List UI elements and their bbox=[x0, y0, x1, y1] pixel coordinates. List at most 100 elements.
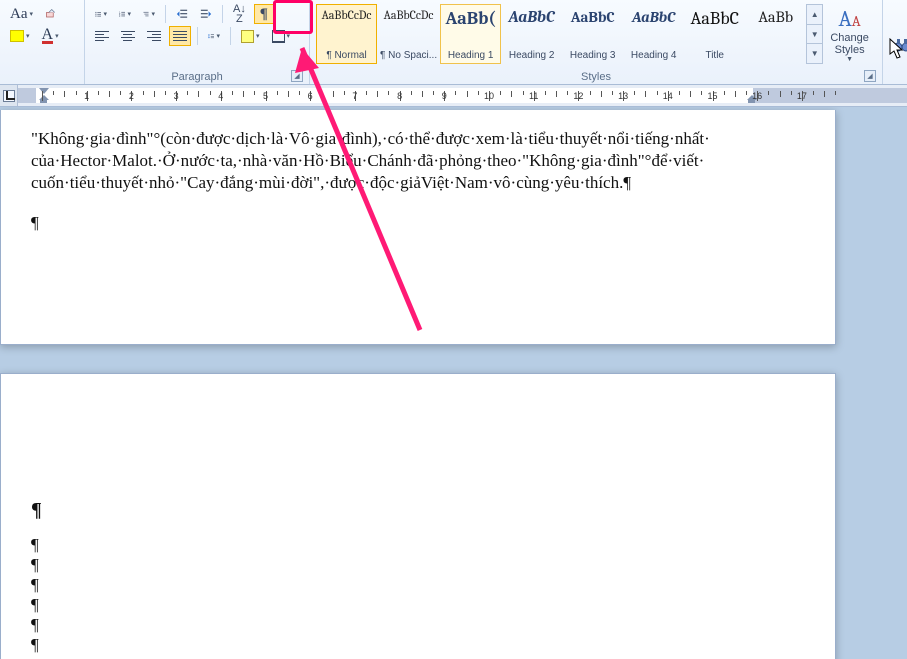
styles-row-down[interactable]: ▼ bbox=[806, 24, 823, 44]
ruler-number: 14 bbox=[663, 91, 673, 101]
ruler-number: 8 bbox=[397, 91, 402, 101]
paragraph-group: 123 A↓Z ¶ bbox=[85, 0, 310, 84]
bullets-icon bbox=[95, 11, 101, 17]
ruler-number: 3 bbox=[174, 91, 179, 101]
paragraph-mark[interactable]: ¶ bbox=[31, 212, 815, 234]
paragraph-mark[interactable]: ¶ bbox=[31, 594, 815, 616]
align-center-button[interactable] bbox=[117, 26, 139, 46]
paragraph-mark[interactable]: ¶ bbox=[31, 634, 815, 656]
style-item-heading-3[interactable]: AaBbC Heading 3 bbox=[562, 4, 623, 64]
decrease-indent-button[interactable] bbox=[172, 4, 192, 24]
change-styles-button[interactable]: AA Change Styles ▼ bbox=[823, 4, 876, 64]
shading-icon bbox=[241, 30, 254, 43]
borders-button[interactable] bbox=[268, 26, 295, 46]
ruler-number: 15 bbox=[707, 91, 717, 101]
paragraph-mark[interactable]: ¶ bbox=[31, 499, 815, 521]
change-styles-label: Change Styles bbox=[830, 32, 869, 56]
font-group: Aa A bbox=[0, 0, 85, 84]
page-1[interactable]: "Không·gia·đình"°(còn·được·dịch·là·Vô·gi… bbox=[0, 110, 836, 345]
styles-group-label: Styles ◢ bbox=[316, 69, 876, 83]
ruler-number: 13 bbox=[618, 91, 628, 101]
ruler-number: 7 bbox=[352, 91, 357, 101]
paragraph-mark[interactable]: ¶ bbox=[31, 574, 815, 596]
style-item--normal[interactable]: AaBbCcDc¶ Normal bbox=[316, 4, 377, 64]
highlight-icon bbox=[10, 30, 24, 42]
bullets-button[interactable] bbox=[91, 4, 111, 24]
ruler-area: 1234567891011121314151617 bbox=[0, 85, 907, 107]
first-line-indent-marker[interactable] bbox=[39, 88, 49, 94]
style-name-label: Heading 3 bbox=[570, 50, 616, 61]
ruler-number: 10 bbox=[484, 91, 494, 101]
ruler-number: 4 bbox=[218, 91, 223, 101]
numbering-button[interactable]: 123 bbox=[115, 4, 135, 24]
paragraph-mark[interactable]: ¶ bbox=[31, 614, 815, 636]
paragraph-text[interactable]: "Không·gia·đình"°(còn·được·dịch·là·Vô·gi… bbox=[31, 128, 815, 194]
text-line: cuốn·tiểu·thuyết·nhỏ·"Cay·đắng·mùi·đời",… bbox=[31, 172, 815, 194]
style-name-label: Title bbox=[705, 50, 724, 61]
increase-indent-button[interactable] bbox=[196, 4, 216, 24]
horizontal-ruler[interactable]: 1234567891011121314151617 bbox=[18, 88, 907, 103]
tab-selector[interactable] bbox=[0, 85, 18, 106]
line-spacing-icon bbox=[208, 33, 214, 39]
styles-dialog-launcher[interactable]: ◢ bbox=[864, 70, 876, 82]
align-right-button[interactable] bbox=[143, 26, 165, 46]
font-color-icon: A bbox=[42, 29, 54, 44]
shading-button[interactable] bbox=[237, 26, 264, 46]
style-name-label: Heading 4 bbox=[631, 50, 677, 61]
ruler-number: 11 bbox=[529, 91, 538, 101]
ruler-number: 12 bbox=[573, 91, 583, 101]
change-styles-icon: AA bbox=[839, 6, 861, 32]
increase-indent-icon bbox=[200, 8, 212, 20]
decrease-indent-icon bbox=[176, 8, 188, 20]
highlight-button[interactable] bbox=[6, 26, 34, 46]
paragraph-dialog-launcher[interactable]: ◢ bbox=[291, 70, 303, 82]
clear-formatting-button[interactable] bbox=[41, 4, 61, 24]
numbering-icon: 123 bbox=[119, 11, 125, 17]
ribbon: Aa A 123 bbox=[0, 0, 907, 85]
sort-icon: A↓Z bbox=[233, 4, 246, 24]
document-area: "Không·gia·đình"°(còn·được·dịch·là·Vô·gi… bbox=[0, 107, 907, 659]
style-item-heading-4[interactable]: AaBbC Heading 4 bbox=[623, 4, 684, 64]
styles-more-button[interactable]: ▼ bbox=[806, 43, 823, 64]
tab-selector-icon bbox=[3, 90, 15, 102]
style-item--no-spaci-[interactable]: AaBbCcDc ¶ No Spaci... bbox=[377, 4, 440, 64]
page-2[interactable]: ¶ ¶ ¶ ¶ ¶ ¶ ¶ bbox=[0, 373, 836, 659]
align-left-icon bbox=[95, 31, 109, 42]
change-case-button[interactable]: Aa bbox=[6, 4, 37, 24]
font-color-button[interactable]: A bbox=[38, 26, 63, 46]
eraser-icon bbox=[45, 8, 57, 20]
paragraph-mark[interactable]: ¶ bbox=[31, 534, 815, 556]
ruler-number: 16 bbox=[752, 91, 762, 101]
binoculars-icon bbox=[893, 36, 907, 54]
style-item-heading-1[interactable]: AaBb( Heading 1 bbox=[440, 4, 501, 64]
style-item-heading-2[interactable]: AaBbCHeading 2 bbox=[501, 4, 562, 64]
paragraph-mark[interactable]: ¶ bbox=[31, 554, 815, 576]
hanging-indent-marker[interactable] bbox=[39, 95, 48, 103]
style-name-label: Heading 1 bbox=[448, 50, 494, 61]
style-preview: AaBb bbox=[758, 8, 793, 26]
show-hide-button[interactable]: ¶ bbox=[254, 4, 274, 24]
styles-group: AaBbCcDc¶ NormalAaBbCcDc¶ No Spaci...AaB… bbox=[310, 0, 883, 84]
style-preview: AaBbCcDc bbox=[384, 8, 434, 22]
ruler-number: 6 bbox=[308, 91, 313, 101]
style-name-label: Heading 2 bbox=[509, 50, 555, 61]
styles-scroll: ▲ ▼ ▼ bbox=[806, 4, 823, 64]
style-item-item7[interactable]: AaBb bbox=[745, 4, 806, 64]
separator bbox=[197, 27, 198, 45]
style-preview: AaBbC bbox=[632, 8, 675, 26]
style-item-title[interactable]: AaBbCTitle bbox=[684, 4, 745, 64]
align-left-button[interactable] bbox=[91, 26, 113, 46]
sort-button[interactable]: A↓Z bbox=[229, 4, 250, 24]
line-spacing-button[interactable] bbox=[204, 26, 224, 46]
svg-text:3: 3 bbox=[119, 16, 121, 17]
align-center-icon bbox=[121, 31, 135, 42]
find-button[interactable] bbox=[889, 33, 907, 57]
styles-row-up[interactable]: ▲ bbox=[806, 4, 823, 24]
ruler-number: 17 bbox=[797, 91, 807, 101]
style-preview: AaBbC bbox=[571, 8, 615, 26]
justify-button[interactable] bbox=[169, 26, 191, 46]
multilevel-list-button[interactable] bbox=[139, 4, 159, 24]
style-name-label: ¶ No Spaci... bbox=[380, 50, 437, 61]
justify-icon bbox=[173, 31, 187, 42]
style-preview: AaBb( bbox=[446, 8, 496, 29]
